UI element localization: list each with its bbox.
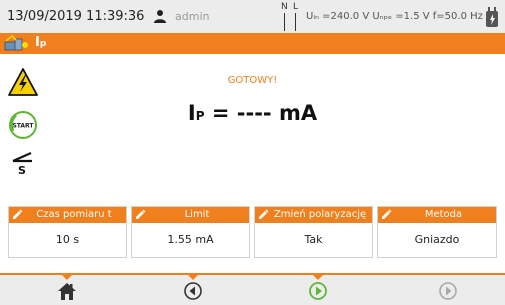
parameter-panel: Czas pomiaru t 10 s Limit 1.55 mA Zmień … [8,206,497,258]
param-value: 10 s [55,233,80,246]
nav-pointer [62,275,72,280]
param-value: 1.55 mA [167,233,214,246]
plug-icon [486,7,498,27]
pencil-icon [259,209,269,219]
nav-pointer [313,275,323,280]
pencil-icon [382,209,392,219]
status-text: GOTOWY! [227,75,278,86]
param-label: Limit [184,209,210,220]
param-limit[interactable]: Limit 1.55 mA [131,206,250,258]
measurement-reading: IP = ---- mA [187,101,318,125]
probe-label: S [18,164,26,176]
param-header: Metoda [378,207,496,223]
voltage-readout: Uₗₙ =240.0 V Uₙₚₑ =1.5 V f=50.0 Hz [306,11,483,22]
param-measurement-time[interactable]: Czas pomiaru t 10 s [8,206,127,258]
param-method[interactable]: Metoda Gniazdo [377,206,497,258]
status-bar: 13/09/2019 11:39:36 admin N L Uₗₙ =240.0… [0,0,505,33]
page-title: Ip [35,35,47,50]
param-polarity[interactable]: Zmień polaryzację Tak [254,206,373,258]
nl-indicator: N L [280,2,302,31]
l-line [295,13,296,31]
datetime: 13/09/2019 11:39:36 [7,9,145,24]
param-label: Metoda [424,209,463,220]
nav-pointer [188,275,198,280]
param-header: Limit [132,207,249,223]
param-value: Tak [304,233,323,246]
username: admin [175,10,210,23]
user-icon [154,10,166,23]
pencil-icon [136,209,146,219]
param-header: Czas pomiaru t [9,207,126,223]
n-label: N [281,2,288,12]
title-bar: Ip [0,33,505,54]
pencil-icon [13,209,23,219]
next-icon[interactable] [438,281,458,301]
start-measurement-icon[interactable] [308,281,328,301]
param-value: Gniazdo [414,233,460,246]
probe-icon: S [12,151,32,176]
n-line [284,13,285,31]
param-label: Czas pomiaru t [36,209,112,220]
rcd-meter-icon [4,35,28,51]
back-icon[interactable] [183,281,203,301]
param-header: Zmień polaryzację [255,207,372,223]
home-icon[interactable] [57,281,77,301]
param-label: Zmień polaryzację [273,209,367,220]
l-label: L [293,2,299,12]
